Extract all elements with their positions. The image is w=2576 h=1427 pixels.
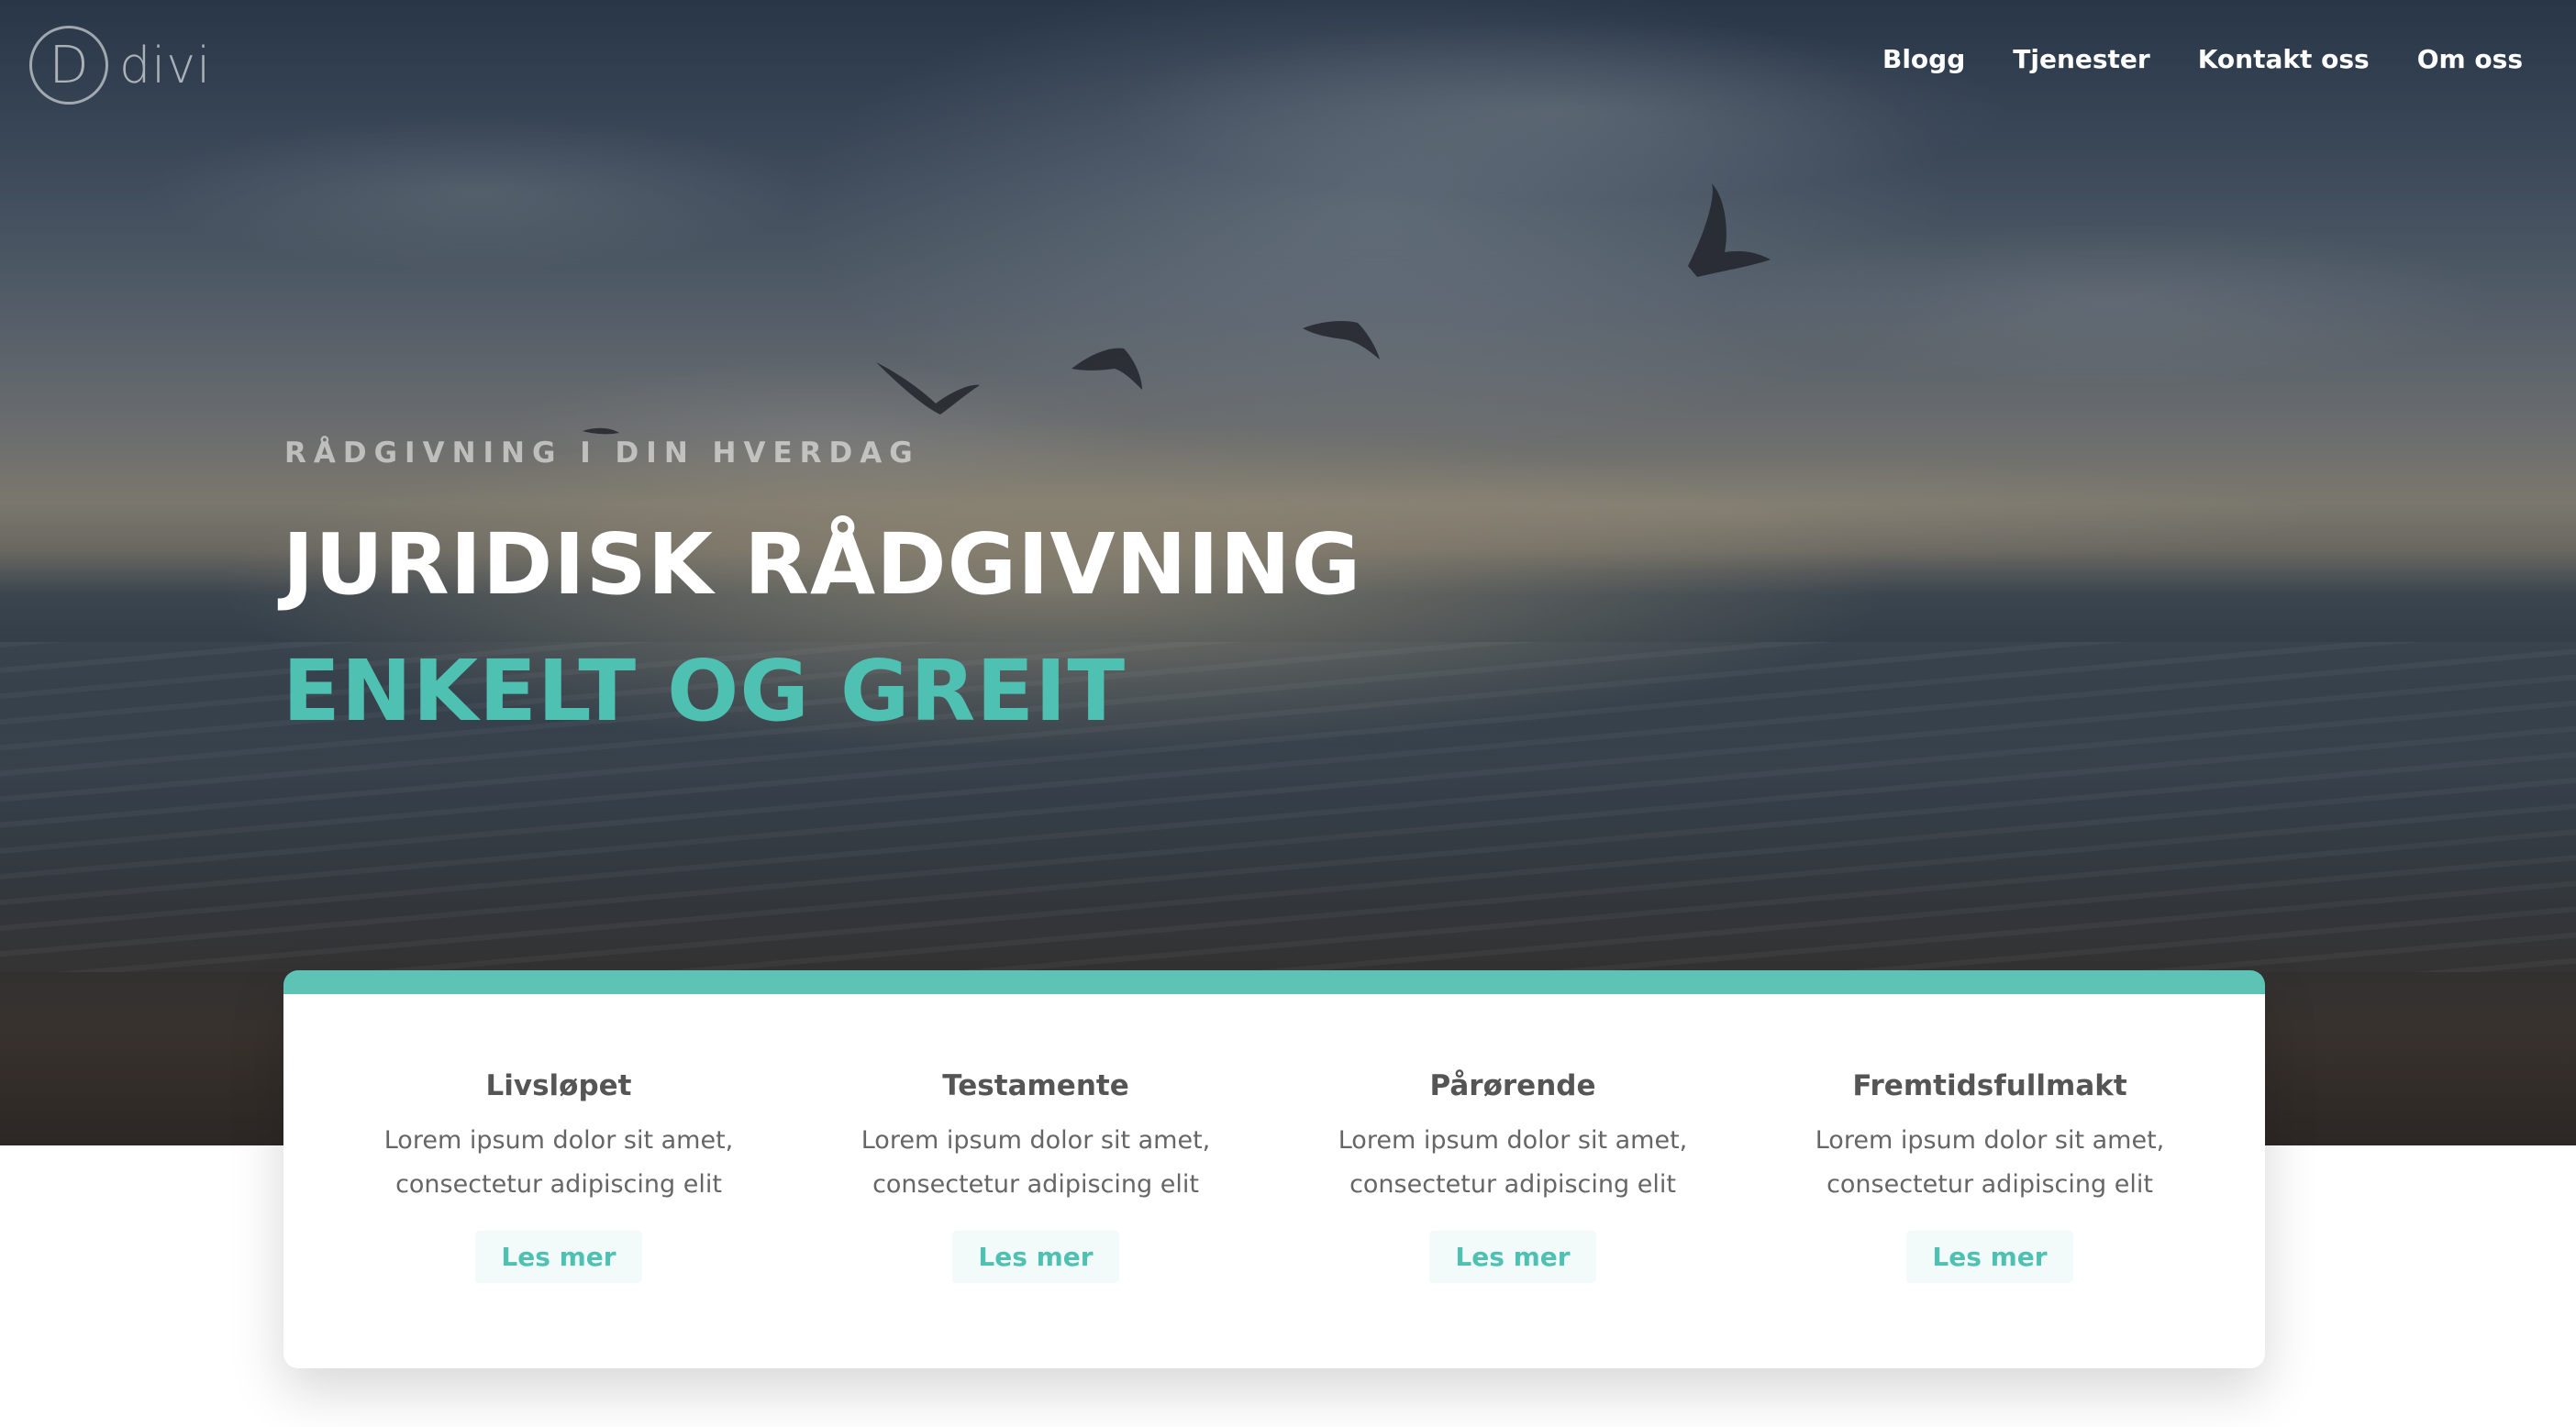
service-description-line: consectetur adipiscing elit [395,1170,722,1199]
service-title: Testamente [942,1069,1129,1102]
service-item-testamente: Testamente Lorem ipsum dolor sit amet, c… [797,994,1274,1368]
main-nav: Blogg Tjenester Kontakt oss Om oss [1882,44,2523,74]
service-description-line: consectetur adipiscing elit [1349,1170,1676,1199]
service-description-line: Lorem ipsum dolor sit amet, [861,1126,1211,1155]
hero-subtitle: ENKELT OG GREIT [283,642,1127,740]
service-description-line: consectetur adipiscing elit [872,1170,1199,1199]
service-title: Fremtidsfullmakt [1852,1069,2127,1102]
service-description: Lorem ipsum dolor sit amet, consectetur … [843,1119,1228,1207]
hero-eyebrow: RÅDGIVNING I DIN HVERDAG [284,437,920,470]
nav-item-blogg[interactable]: Blogg [1882,44,1965,74]
service-description-line: Lorem ipsum dolor sit amet, [383,1126,734,1155]
read-more-button[interactable]: Les mer [952,1231,1119,1283]
service-item-livslopet: Livsløpet Lorem ipsum dolor sit amet, co… [320,994,797,1368]
logo-mark: D [29,26,108,105]
service-description: Lorem ipsum dolor sit amet, consectetur … [366,1119,751,1207]
logo-wordmark: divi [119,36,212,94]
service-title: Pårørende [1429,1069,1596,1102]
nav-item-om-oss[interactable]: Om oss [2417,44,2523,74]
service-description-line: consectetur adipiscing elit [1827,1170,2153,1199]
services-card: Livsløpet Lorem ipsum dolor sit amet, co… [283,970,2265,1368]
read-more-button[interactable]: Les mer [475,1231,642,1283]
hero-title: JURIDISK RÅDGIVNING [283,515,1362,614]
service-description: Lorem ipsum dolor sit amet, consectetur … [1797,1119,2182,1207]
read-more-button[interactable]: Les mer [1906,1231,2073,1283]
service-description-line: Lorem ipsum dolor sit amet, [1338,1126,1688,1155]
service-item-fremtidsfullmakt: Fremtidsfullmakt Lorem ipsum dolor sit a… [1751,994,2228,1368]
nav-item-tjenester[interactable]: Tjenester [2013,44,2149,74]
read-more-button[interactable]: Les mer [1429,1231,1596,1283]
page: D divi Blogg Tjenester Kontakt oss Om os… [0,0,2576,1427]
service-title: Livsløpet [485,1069,632,1102]
service-item-parorende: Pårørende Lorem ipsum dolor sit amet, co… [1274,994,1751,1368]
site-logo[interactable]: D divi [29,26,211,105]
service-description: Lorem ipsum dolor sit amet, consectetur … [1320,1119,1705,1207]
nav-item-kontakt-oss[interactable]: Kontakt oss [2198,44,2370,74]
service-description-line: Lorem ipsum dolor sit amet, [1815,1126,2165,1155]
